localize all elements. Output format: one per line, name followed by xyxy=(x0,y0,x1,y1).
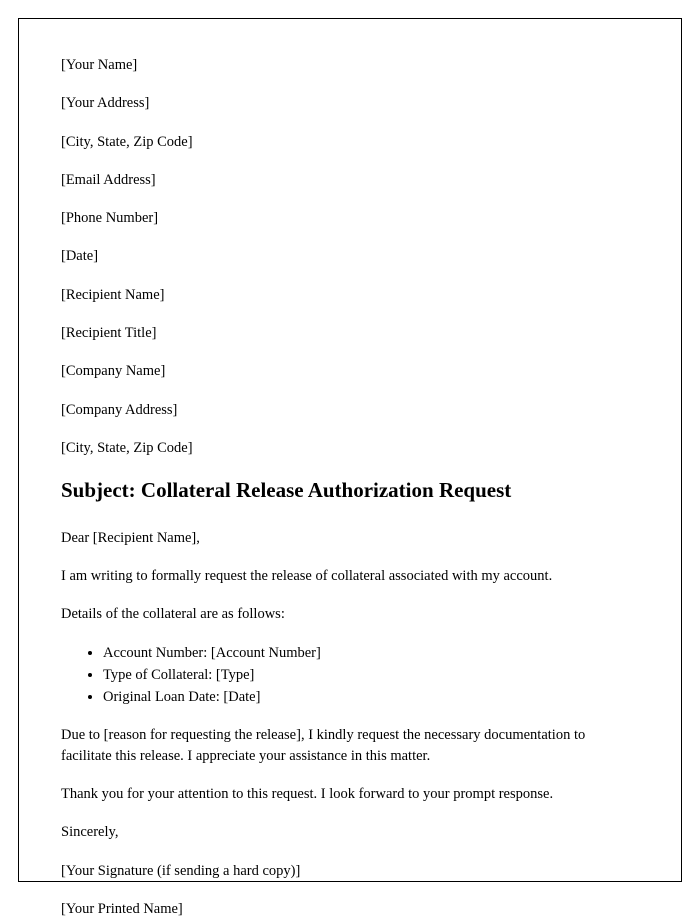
subject-line: Subject: Collateral Release Authorizatio… xyxy=(61,476,639,505)
signature-line: [Your Signature (if sending a hard copy)… xyxy=(61,861,639,881)
detail-account-number: Account Number: [Account Number] xyxy=(103,643,639,663)
letter-document: [Your Name] [Your Address] [City, State,… xyxy=(18,18,682,882)
reason-paragraph: Due to [reason for requesting the releas… xyxy=(61,725,639,766)
closing-sincerely: Sincerely, xyxy=(61,822,639,842)
letter-date: [Date] xyxy=(61,246,639,266)
intro-paragraph: I am writing to formally request the rel… xyxy=(61,566,639,586)
sender-city-state-zip: [City, State, Zip Code] xyxy=(61,132,639,152)
printed-name: [Your Printed Name] xyxy=(61,899,639,919)
company-name: [Company Name] xyxy=(61,361,639,381)
collateral-details-list: Account Number: [Account Number] Type of… xyxy=(61,643,639,708)
sender-address: [Your Address] xyxy=(61,93,639,113)
detail-loan-date: Original Loan Date: [Date] xyxy=(103,687,639,707)
recipient-name: [Recipient Name] xyxy=(61,285,639,305)
recipient-title: [Recipient Title] xyxy=(61,323,639,343)
company-city-state-zip: [City, State, Zip Code] xyxy=(61,438,639,458)
details-intro: Details of the collateral are as follows… xyxy=(61,604,639,624)
company-address: [Company Address] xyxy=(61,400,639,420)
detail-collateral-type: Type of Collateral: [Type] xyxy=(103,665,639,685)
salutation: Dear [Recipient Name], xyxy=(61,528,639,548)
thanks-paragraph: Thank you for your attention to this req… xyxy=(61,784,639,804)
sender-email: [Email Address] xyxy=(61,170,639,190)
sender-phone: [Phone Number] xyxy=(61,208,639,228)
sender-name: [Your Name] xyxy=(61,55,639,75)
